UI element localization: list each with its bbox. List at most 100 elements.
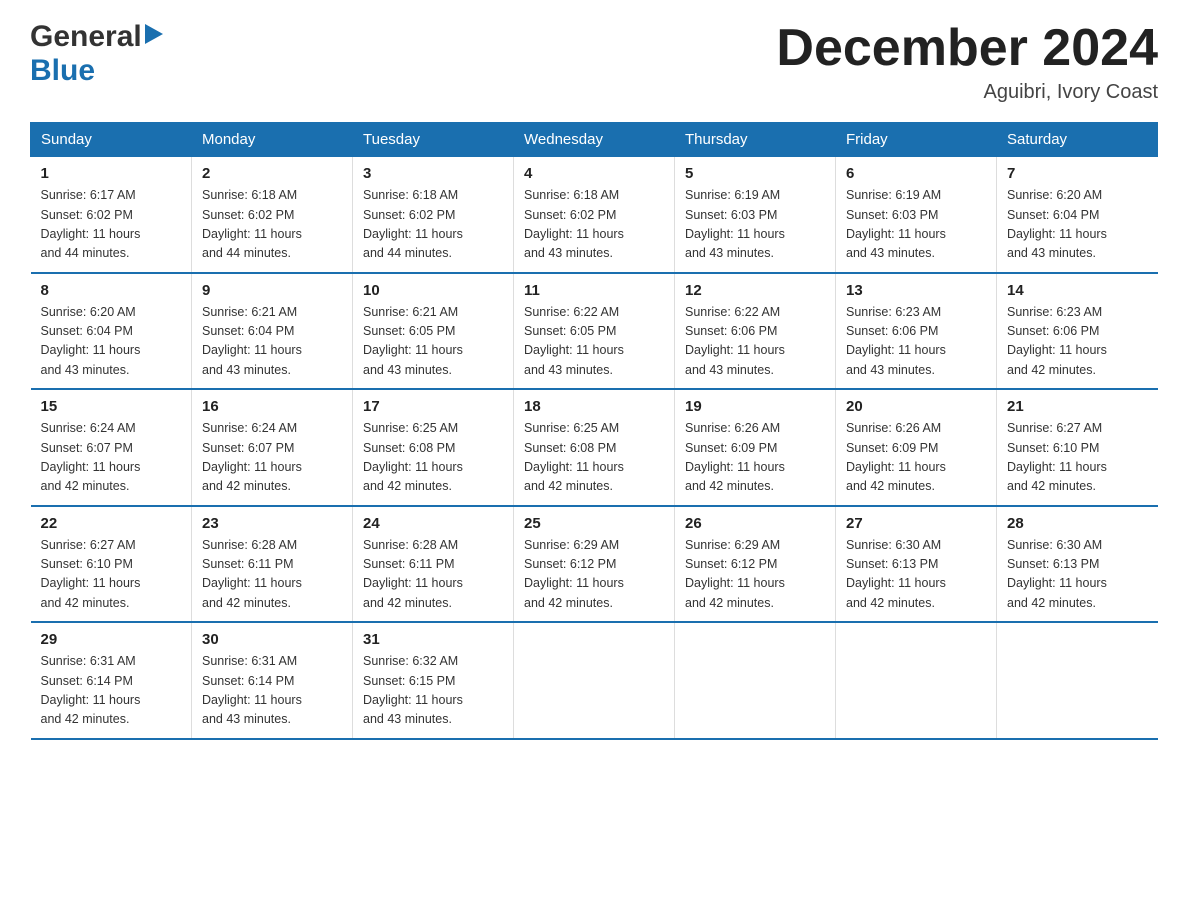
location: Aguibri, Ivory Coast — [776, 81, 1158, 104]
day-number: 6 — [846, 165, 986, 182]
day-number: 26 — [685, 515, 825, 532]
day-number: 19 — [685, 398, 825, 415]
logo-general-text: General — [30, 20, 142, 54]
day-number: 8 — [41, 282, 182, 299]
calendar-cell: 23 Sunrise: 6:28 AMSunset: 6:11 PMDayligh… — [192, 506, 353, 623]
day-info: Sunrise: 6:30 AMSunset: 6:13 PMDaylight:… — [1007, 536, 1148, 614]
day-number: 22 — [41, 515, 182, 532]
calendar-table: SundayMondayTuesdayWednesdayThursdayFrid… — [30, 122, 1158, 740]
calendar-week-1: 1Sunrise: 6:17 AMSunset: 6:02 PMDaylight… — [31, 157, 1158, 273]
day-number: 25 — [524, 515, 664, 532]
calendar-cell: 15 Sunrise: 6:24 AMSunset: 6:07 PMDayligh… — [31, 389, 192, 506]
calendar-cell — [514, 622, 675, 739]
calendar-cell: 24 Sunrise: 6:28 AMSunset: 6:11 PMDayligh… — [353, 506, 514, 623]
day-info: Sunrise: 6:21 AMSunset: 6:04 PMDaylight:… — [202, 303, 342, 381]
weekday-header-thursday: Thursday — [675, 123, 836, 157]
day-info: Sunrise: 6:31 AMSunset: 6:14 PMDaylight:… — [202, 652, 342, 730]
day-info: Sunrise: 6:20 AMSunset: 6:04 PMDaylight:… — [1007, 186, 1148, 264]
day-info: Sunrise: 6:22 AMSunset: 6:06 PMDaylight:… — [685, 303, 825, 381]
calendar-cell — [836, 622, 997, 739]
month-title: December 2024 — [776, 20, 1158, 77]
calendar-cell: 28 Sunrise: 6:30 AMSunset: 6:13 PMDayligh… — [997, 506, 1158, 623]
day-number: 21 — [1007, 398, 1148, 415]
day-info: Sunrise: 6:18 AMSunset: 6:02 PMDaylight:… — [202, 186, 342, 264]
day-number: 15 — [41, 398, 182, 415]
calendar-cell: 16Sunrise: 6:24 AMSunset: 6:07 PMDayligh… — [192, 389, 353, 506]
day-info: Sunrise: 6:27 AMSunset: 6:10 PMDaylight:… — [41, 536, 182, 614]
day-info: Sunrise: 6:29 AMSunset: 6:12 PMDaylight:… — [524, 536, 664, 614]
day-number: 5 — [685, 165, 825, 182]
title-section: December 2024 Aguibri, Ivory Coast — [776, 20, 1158, 104]
day-info: Sunrise: 6:22 AMSunset: 6:05 PMDaylight:… — [524, 303, 664, 381]
day-number: 23 — [202, 515, 342, 532]
weekday-header-saturday: Saturday — [997, 123, 1158, 157]
calendar-cell: 13 Sunrise: 6:23 AMSunset: 6:06 PMDayligh… — [836, 273, 997, 390]
day-number: 17 — [363, 398, 503, 415]
day-number: 18 — [524, 398, 664, 415]
logo: General Blue — [30, 20, 163, 88]
calendar-week-5: 29 Sunrise: 6:31 AMSunset: 6:14 PMDayligh… — [31, 622, 1158, 739]
day-number: 2 — [202, 165, 342, 182]
day-number: 10 — [363, 282, 503, 299]
calendar-cell: 18 Sunrise: 6:25 AMSunset: 6:08 PMDayligh… — [514, 389, 675, 506]
day-info: Sunrise: 6:26 AMSunset: 6:09 PMDaylight:… — [846, 419, 986, 497]
calendar-cell: 26Sunrise: 6:29 AMSunset: 6:12 PMDayligh… — [675, 506, 836, 623]
day-info: Sunrise: 6:28 AMSunset: 6:11 PMDaylight:… — [202, 536, 342, 614]
day-number: 12 — [685, 282, 825, 299]
logo-blue-text: Blue — [30, 54, 95, 87]
calendar-cell: 12 Sunrise: 6:22 AMSunset: 6:06 PMDayligh… — [675, 273, 836, 390]
day-number: 27 — [846, 515, 986, 532]
weekday-header-tuesday: Tuesday — [353, 123, 514, 157]
day-number: 13 — [846, 282, 986, 299]
day-info: Sunrise: 6:18 AMSunset: 6:02 PMDaylight:… — [524, 186, 664, 264]
calendar-header-row: SundayMondayTuesdayWednesdayThursdayFrid… — [31, 123, 1158, 157]
day-info: Sunrise: 6:27 AMSunset: 6:10 PMDaylight:… — [1007, 419, 1148, 497]
day-number: 7 — [1007, 165, 1148, 182]
day-number: 20 — [846, 398, 986, 415]
weekday-header-wednesday: Wednesday — [514, 123, 675, 157]
day-info: Sunrise: 6:26 AMSunset: 6:09 PMDaylight:… — [685, 419, 825, 497]
weekday-header-monday: Monday — [192, 123, 353, 157]
day-number: 28 — [1007, 515, 1148, 532]
day-info: Sunrise: 6:21 AMSunset: 6:05 PMDaylight:… — [363, 303, 503, 381]
calendar-cell: 2 Sunrise: 6:18 AMSunset: 6:02 PMDaylight… — [192, 157, 353, 273]
calendar-week-2: 8Sunrise: 6:20 AMSunset: 6:04 PMDaylight… — [31, 273, 1158, 390]
logo-arrow-icon — [145, 24, 163, 49]
day-info: Sunrise: 6:30 AMSunset: 6:13 PMDaylight:… — [846, 536, 986, 614]
calendar-cell: 20 Sunrise: 6:26 AMSunset: 6:09 PMDayligh… — [836, 389, 997, 506]
day-number: 9 — [202, 282, 342, 299]
calendar-cell — [997, 622, 1158, 739]
day-info: Sunrise: 6:24 AMSunset: 6:07 PMDaylight:… — [41, 419, 182, 497]
day-info: Sunrise: 6:19 AMSunset: 6:03 PMDaylight:… — [846, 186, 986, 264]
calendar-cell: 6 Sunrise: 6:19 AMSunset: 6:03 PMDaylight… — [836, 157, 997, 273]
calendar-cell: 14 Sunrise: 6:23 AMSunset: 6:06 PMDayligh… — [997, 273, 1158, 390]
calendar-week-3: 15 Sunrise: 6:24 AMSunset: 6:07 PMDayligh… — [31, 389, 1158, 506]
day-info: Sunrise: 6:28 AMSunset: 6:11 PMDaylight:… — [363, 536, 503, 614]
day-info: Sunrise: 6:23 AMSunset: 6:06 PMDaylight:… — [1007, 303, 1148, 381]
day-info: Sunrise: 6:25 AMSunset: 6:08 PMDaylight:… — [524, 419, 664, 497]
day-info: Sunrise: 6:23 AMSunset: 6:06 PMDaylight:… — [846, 303, 986, 381]
calendar-cell — [675, 622, 836, 739]
calendar-cell: 4 Sunrise: 6:18 AMSunset: 6:02 PMDaylight… — [514, 157, 675, 273]
calendar-cell: 8Sunrise: 6:20 AMSunset: 6:04 PMDaylight… — [31, 273, 192, 390]
day-number: 29 — [41, 631, 182, 648]
day-number: 4 — [524, 165, 664, 182]
weekday-header-sunday: Sunday — [31, 123, 192, 157]
calendar-cell: 31Sunrise: 6:32 AMSunset: 6:15 PMDayligh… — [353, 622, 514, 739]
day-info: Sunrise: 6:24 AMSunset: 6:07 PMDaylight:… — [202, 419, 342, 497]
day-info: Sunrise: 6:18 AMSunset: 6:02 PMDaylight:… — [363, 186, 503, 264]
calendar-cell: 19 Sunrise: 6:26 AMSunset: 6:09 PMDayligh… — [675, 389, 836, 506]
calendar-cell: 21 Sunrise: 6:27 AMSunset: 6:10 PMDayligh… — [997, 389, 1158, 506]
day-info: Sunrise: 6:19 AMSunset: 6:03 PMDaylight:… — [685, 186, 825, 264]
weekday-header-friday: Friday — [836, 123, 997, 157]
calendar-week-4: 22 Sunrise: 6:27 AMSunset: 6:10 PMDayligh… — [31, 506, 1158, 623]
day-number: 24 — [363, 515, 503, 532]
day-number: 14 — [1007, 282, 1148, 299]
day-info: Sunrise: 6:31 AMSunset: 6:14 PMDaylight:… — [41, 652, 182, 730]
page-header: General Blue December 2024 Aguibri, Ivor… — [30, 20, 1158, 104]
calendar-cell: 3 Sunrise: 6:18 AMSunset: 6:02 PMDaylight… — [353, 157, 514, 273]
day-number: 11 — [524, 282, 664, 299]
day-number: 1 — [41, 165, 182, 182]
calendar-cell: 9 Sunrise: 6:21 AMSunset: 6:04 PMDaylight… — [192, 273, 353, 390]
day-number: 3 — [363, 165, 503, 182]
